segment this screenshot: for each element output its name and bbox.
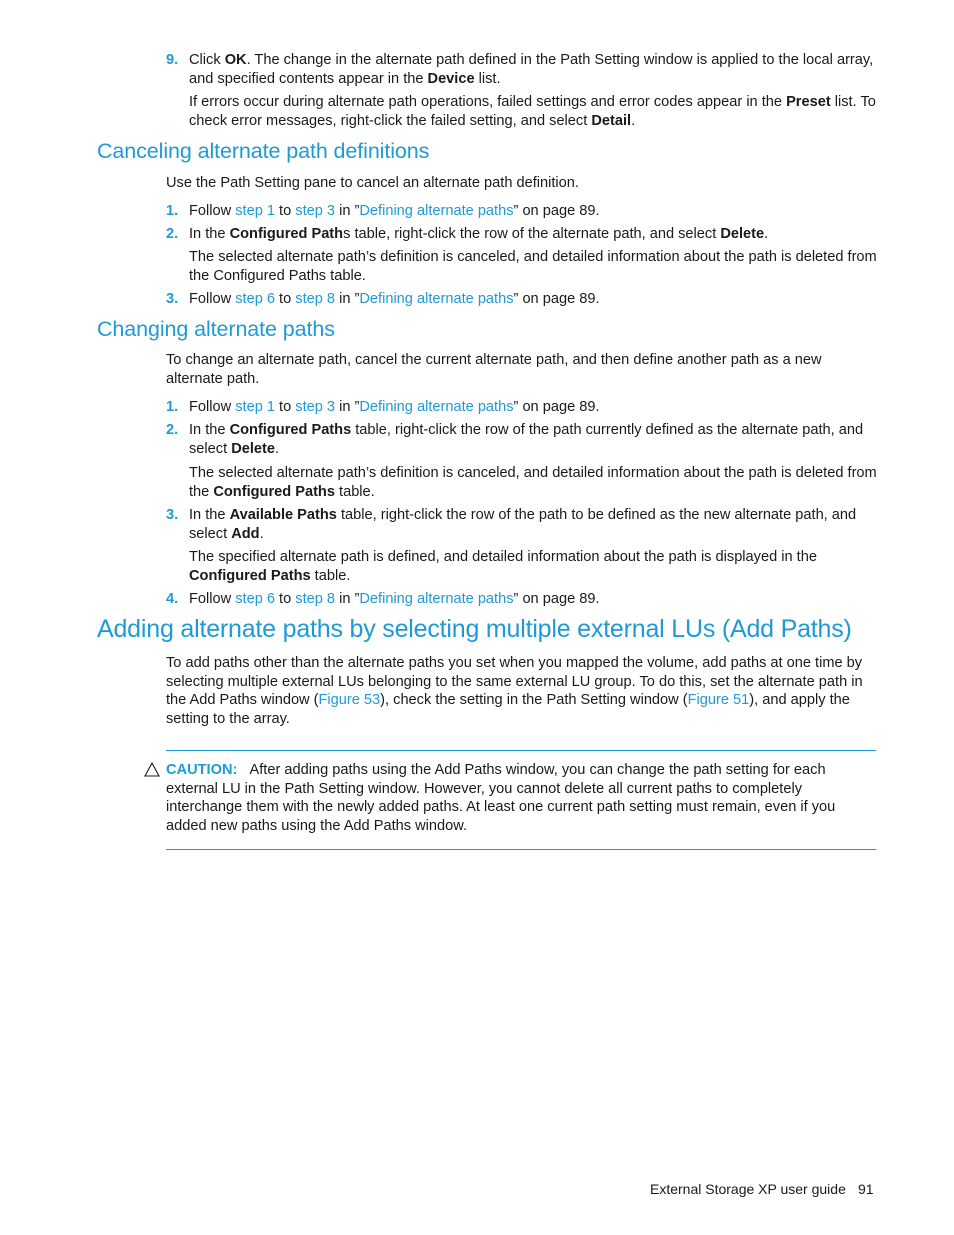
caution-top-rule xyxy=(166,750,876,751)
link-figure-51[interactable]: Figure 51 xyxy=(688,692,750,708)
cancel-step-3: Follow step 6 to step 8 in ”Defining alt… xyxy=(189,291,600,307)
cancel-step-2: In the Configured Paths table, right-cli… xyxy=(189,226,769,242)
warning-triangle-icon xyxy=(144,762,160,777)
step-number: 1. xyxy=(166,399,179,415)
section-intro: To add paths other than the alternate pa… xyxy=(166,655,863,727)
link-defining-alternate-paths[interactable]: Defining alternate paths xyxy=(359,291,513,307)
step-number: 2. xyxy=(166,422,179,438)
step-9-note: If errors occur during alternate path op… xyxy=(189,94,876,129)
step-9-text: Click OK. The change in the alternate pa… xyxy=(189,52,874,87)
link-defining-alternate-paths[interactable]: Defining alternate paths xyxy=(359,203,513,219)
section-intro: To change an alternate path, cancel the … xyxy=(166,352,822,387)
footer-title: External Storage XP user guide xyxy=(650,1181,846,1197)
section-heading-adding: Adding alternate paths by selecting mult… xyxy=(97,615,852,643)
section-heading-canceling: Canceling alternate path definitions xyxy=(97,139,430,163)
link-step-3[interactable]: step 3 xyxy=(295,203,335,219)
link-step-8[interactable]: step 8 xyxy=(295,291,335,307)
step-number: 4. xyxy=(166,591,179,607)
link-step-1[interactable]: step 1 xyxy=(235,203,275,219)
caution-bottom-rule xyxy=(166,849,876,850)
link-step-6[interactable]: step 6 xyxy=(235,291,275,307)
step-number: 3. xyxy=(166,507,179,523)
link-defining-alternate-paths[interactable]: Defining alternate paths xyxy=(359,591,513,607)
page-number: 91 xyxy=(858,1181,874,1197)
step-number: 3. xyxy=(166,291,179,307)
link-step-3[interactable]: step 3 xyxy=(295,399,335,415)
link-defining-alternate-paths[interactable]: Defining alternate paths xyxy=(359,399,513,415)
change-step-2-note: The selected alternate path’s definition… xyxy=(189,465,877,500)
change-step-3: In the Available Paths table, right-clic… xyxy=(189,507,857,542)
cancel-step-2-note: The selected alternate path’s definition… xyxy=(189,249,877,284)
link-step-1[interactable]: step 1 xyxy=(235,399,275,415)
change-step-4: Follow step 6 to step 8 in ”Defining alt… xyxy=(189,591,600,607)
step-number: 9. xyxy=(166,52,179,68)
caution-text: CAUTION: After adding paths using the Ad… xyxy=(166,762,836,834)
link-figure-53[interactable]: Figure 53 xyxy=(319,692,381,708)
link-step-8[interactable]: step 8 xyxy=(295,591,335,607)
change-step-2: In the Configured Paths table, right-cli… xyxy=(189,422,864,457)
link-step-6[interactable]: step 6 xyxy=(235,591,275,607)
step-number: 2. xyxy=(166,226,179,242)
step-number: 1. xyxy=(166,203,179,219)
change-step-1: Follow step 1 to step 3 in ”Defining alt… xyxy=(189,399,600,415)
section-intro: Use the Path Setting pane to cancel an a… xyxy=(166,175,579,191)
change-step-3-note: The specified alternate path is defined,… xyxy=(189,549,817,584)
section-heading-changing: Changing alternate paths xyxy=(97,317,335,341)
cancel-step-1: Follow step 1 to step 3 in ”Defining alt… xyxy=(189,203,600,219)
caution-label: CAUTION: xyxy=(166,762,238,778)
